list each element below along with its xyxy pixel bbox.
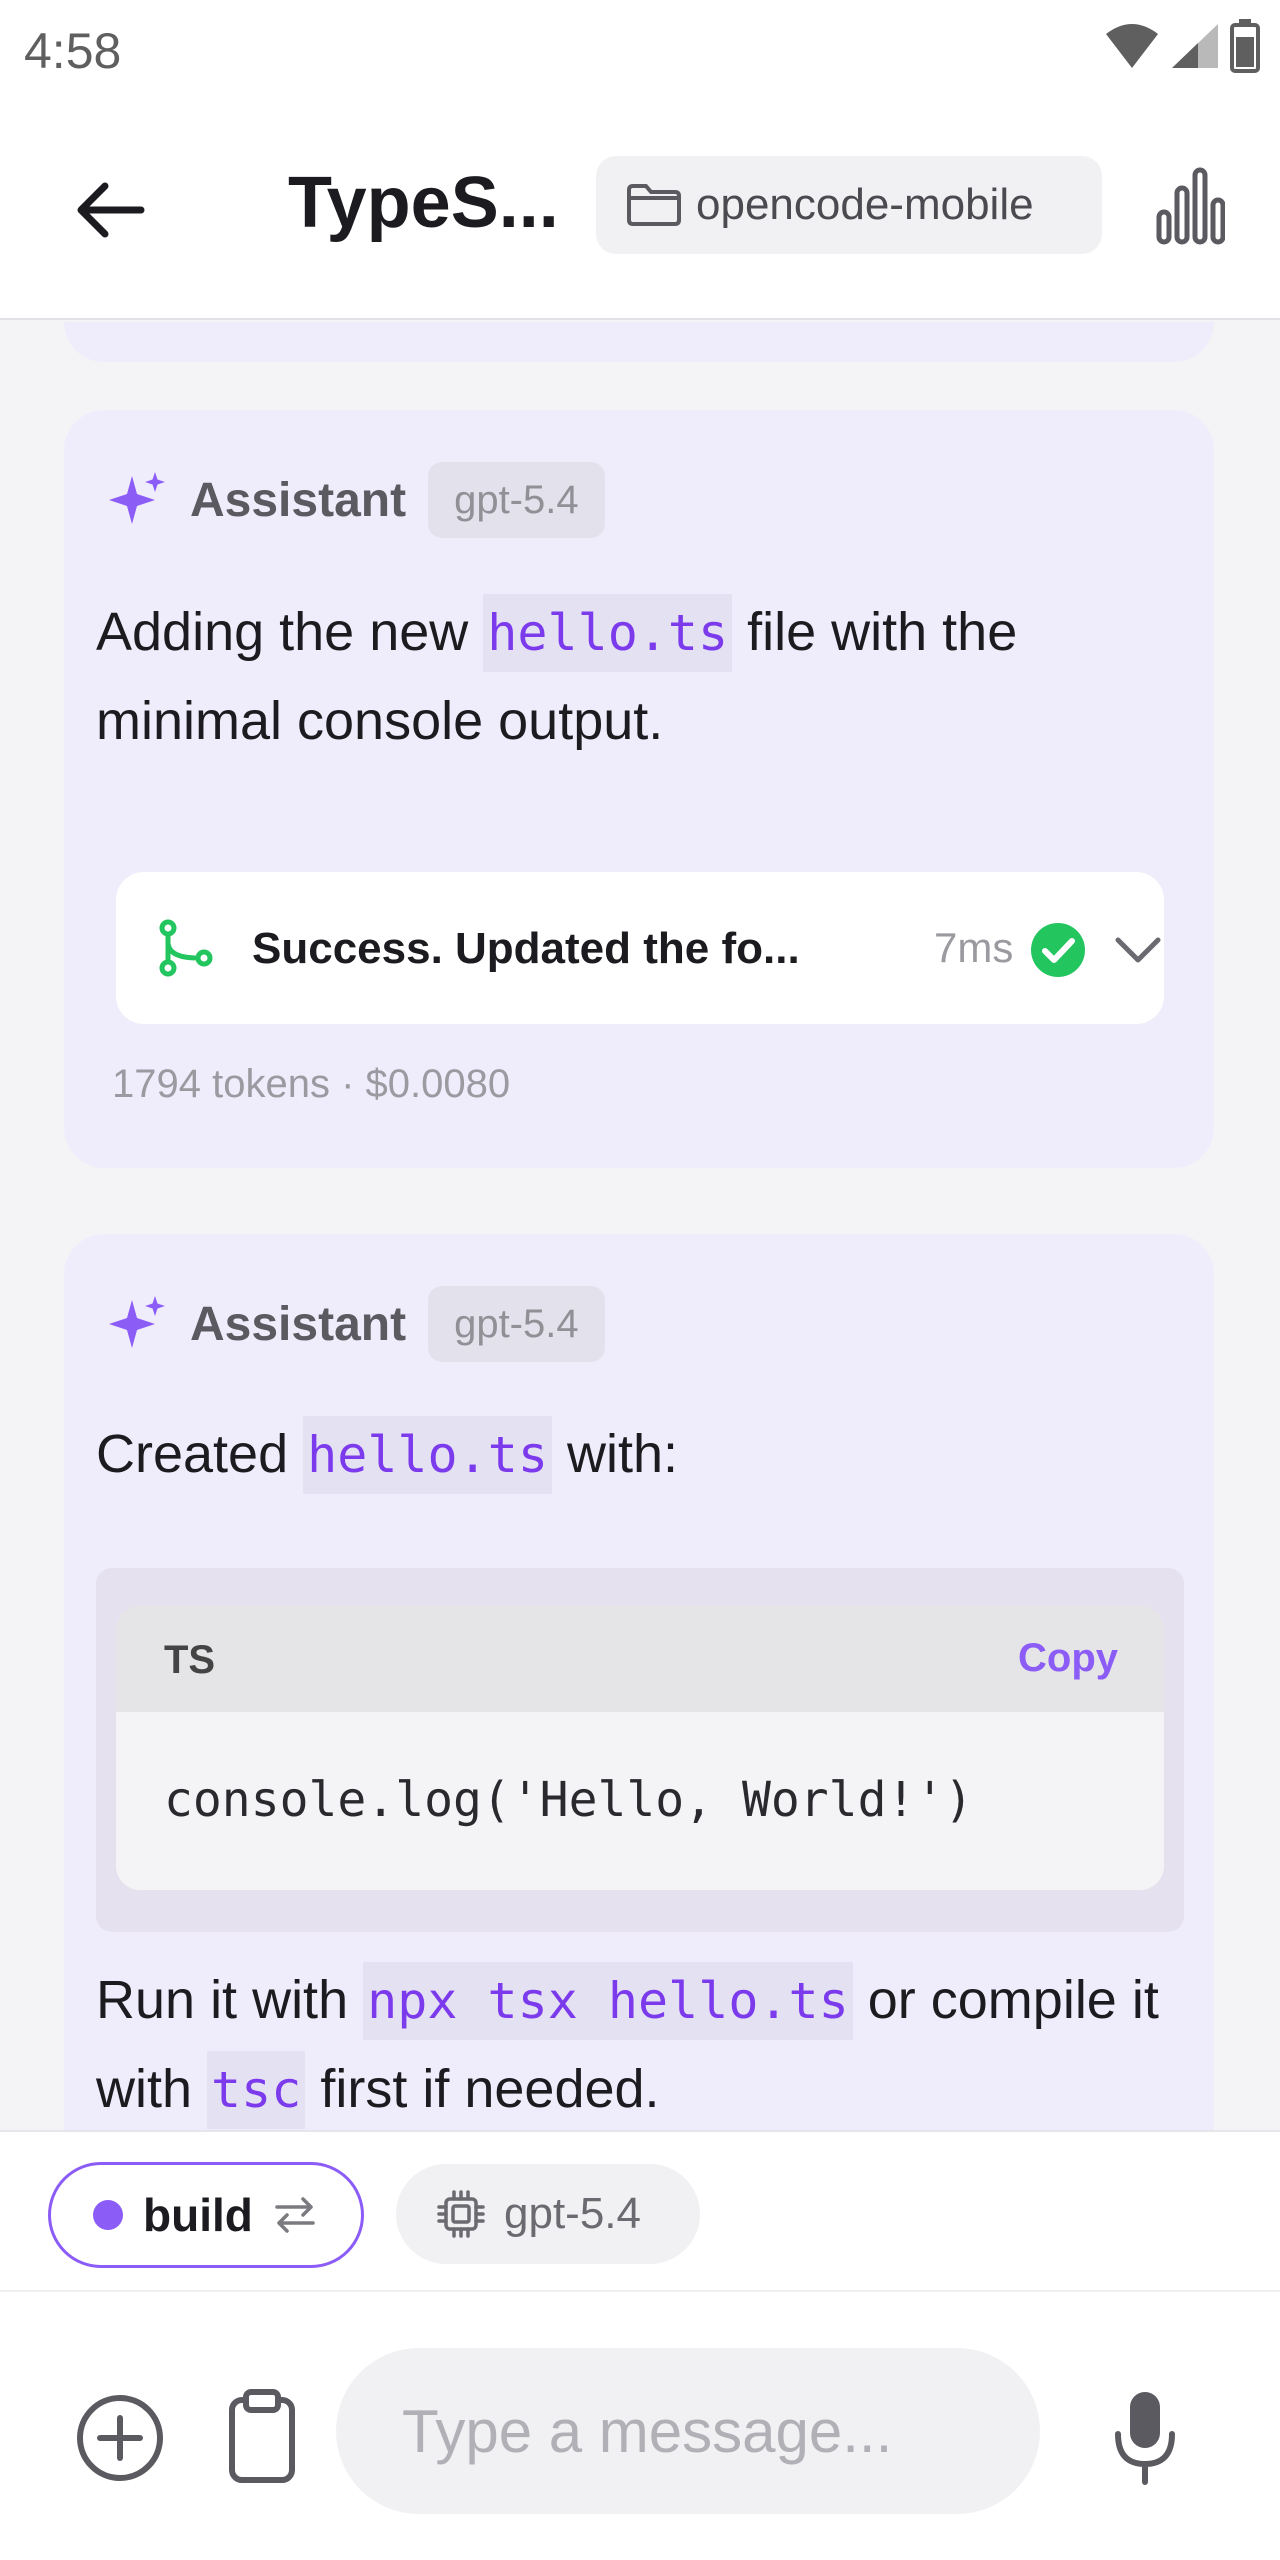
tool-call-row[interactable]: Success. Updated the fo... 7ms [116,872,1164,1024]
status-time: 4:58 [24,23,122,79]
session-title: TypeS... [288,163,559,243]
project-chip[interactable]: opencode-mobile [596,156,1102,254]
code-block-header: TS Copy [116,1606,1164,1712]
back-button[interactable] [60,160,160,260]
folder-icon [627,184,681,226]
agent-dot [93,2200,123,2230]
inline-code: npx tsx hello.ts [363,1962,853,2040]
add-attachment-button[interactable] [70,2388,170,2488]
inline-code: hello.ts [483,594,733,672]
text-segment: Created [96,1424,304,1484]
message-input[interactable] [336,2348,1040,2514]
check-circle-icon [1031,923,1085,977]
stats-button[interactable] [1150,158,1230,254]
chip-icon [437,2190,485,2238]
signal-icon [1172,24,1218,68]
agent-label: build [143,2189,253,2241]
message-header: Assistant gpt-5.4 [108,462,605,538]
message-card: Assistant gpt-5.4 Adding the new hello.t… [64,410,1214,1168]
sparkle-icon [109,1296,165,1348]
model-badge: gpt-5.4 [428,1286,605,1362]
swap-icon [275,2197,315,2233]
text-segment: Adding the new [96,602,484,662]
agent-chip[interactable]: build [48,2162,364,2268]
message-card-previous [64,322,1214,362]
paste-button[interactable] [222,2386,302,2486]
sparkle-icon [109,472,165,524]
tool-summary: Success. Updated the fo... [252,924,800,973]
plus-circle-icon [77,2395,163,2481]
code-language: TS [164,1638,216,1682]
microphone-button[interactable] [1110,2384,1180,2494]
message-text: Created hello.ts with: [96,1410,1176,1499]
usage-text: 1794 tokens · $0.0080 [112,1062,511,1106]
battery-icon [1230,19,1260,73]
wifi-icon [1106,24,1158,68]
git-branch-icon [159,919,213,977]
arrow-left-icon [77,182,145,238]
text-segment: first if needed. [305,2059,660,2119]
message-text: Run it with npx tsx hello.ts or compile … [96,1956,1176,2130]
project-label: opencode-mobile [696,180,1034,229]
role-label: Assistant [190,473,407,527]
chevron-down-icon[interactable] [1112,924,1164,976]
code-block: TS Copy console.log('Hello, World!') [116,1606,1164,1890]
message-header: Assistant gpt-5.4 [108,1286,605,1362]
code-block-container: TS Copy console.log('Hello, World!') [96,1568,1184,1932]
tool-duration: 7ms [934,924,1014,971]
app-bar: TypeS... opencode-mobile [0,100,1280,320]
text-segment: with: [551,1424,678,1484]
model-badge: gpt-5.4 [428,462,605,538]
status-icons [1104,16,1260,76]
microphone-icon [1115,2392,1175,2485]
role-label: Assistant [190,1297,407,1351]
message-card: Assistant gpt-5.4 Created hello.ts with:… [64,1234,1214,2130]
copy-button[interactable]: Copy [1018,1636,1118,1681]
chat-scroll[interactable]: Assistant gpt-5.4 Adding the new hello.t… [0,322,1280,2130]
bar-chart-icon [1156,167,1225,245]
text-segment: Run it with [96,1970,364,2030]
status-bar: 4:58 [0,0,1280,100]
model-chip[interactable]: gpt-5.4 [396,2164,700,2264]
message-text: Adding the new hello.ts file with the mi… [96,588,1176,765]
composer-input-bar [0,2290,1280,2560]
clipboard-icon [229,2389,295,2483]
composer-chip-row: build gpt-5.4 [0,2130,1280,2290]
inline-code: hello.ts [303,1416,552,1494]
model-label: gpt-5.4 [504,2189,641,2238]
inline-code: tsc [207,2051,306,2129]
code-content: console.log('Hello, World!') [164,1772,974,1828]
